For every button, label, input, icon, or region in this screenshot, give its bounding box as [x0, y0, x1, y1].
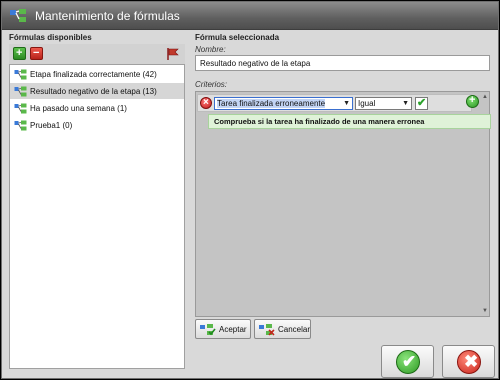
list-toolbar: + −	[9, 44, 185, 64]
minus-icon: −	[33, 47, 40, 59]
delete-criterion-button[interactable]: ×	[200, 97, 212, 109]
remove-formula-button[interactable]: −	[30, 47, 43, 60]
add-formula-button[interactable]: +	[13, 47, 26, 60]
close-cancel-button[interactable]: ✖	[442, 345, 495, 378]
name-input[interactable]	[195, 55, 490, 71]
criteria-area: × Tarea finalizada erroneamente ▼ Igual …	[195, 91, 491, 317]
list-item-label: Prueba1 (0)	[30, 120, 73, 130]
plus-icon: +	[469, 94, 476, 106]
available-formulas-panel: Fórmulas disponibles + − Etapa finalizad…	[9, 33, 185, 369]
formula-icon	[14, 69, 27, 79]
scroll-down-icon[interactable]: ▼	[482, 308, 488, 314]
criteria-label: Criterios:	[195, 80, 228, 89]
accept-label: Aceptar	[219, 324, 247, 334]
accept-button[interactable]: Aceptar	[195, 319, 251, 339]
list-item[interactable]: Prueba1 (0)	[10, 117, 184, 133]
add-criterion-button[interactable]: +	[466, 94, 479, 108]
checkmark-icon: ✔	[417, 97, 427, 109]
criterion-operator-select[interactable]: Igual ▼	[355, 97, 412, 110]
window-title: Mantenimiento de fórmulas	[35, 9, 180, 23]
criterion-description: Comprueba si la tarea ha finalizado de u…	[208, 114, 491, 129]
formula-list[interactable]: Etapa finalizada correctamente (42) Resul…	[9, 64, 185, 369]
title-bar: Mantenimiento de fórmulas	[2, 2, 498, 30]
list-item[interactable]: Etapa finalizada correctamente (42)	[10, 66, 184, 82]
name-label: Nombre:	[195, 45, 226, 54]
selected-formula-panel: Fórmula seleccionada Nombre: Criterios: …	[195, 33, 493, 339]
selected-formula-header: Fórmula seleccionada	[195, 33, 280, 42]
formula-icon	[14, 86, 27, 96]
ok-button[interactable]: ✔	[381, 345, 434, 378]
available-formulas-header: Fórmulas disponibles	[9, 33, 92, 42]
formula-icon	[14, 120, 27, 130]
criterion-value-checkbox[interactable]: ✔	[415, 97, 428, 110]
list-item-label: Ha pasado una semana (1)	[30, 103, 127, 113]
list-item-label: Resultado negativo de la etapa (13)	[30, 86, 157, 96]
chevron-down-icon: ▼	[343, 100, 350, 107]
scroll-up-icon[interactable]: ▲	[482, 94, 488, 100]
criterion-operator-value: Igual	[358, 99, 376, 108]
chevron-down-icon: ▼	[402, 100, 409, 107]
formula-cancel-icon	[258, 323, 275, 336]
cross-icon: ✖	[457, 350, 481, 374]
cross-icon: ×	[203, 97, 209, 108]
checkmark-icon: ✔	[396, 350, 420, 374]
plus-icon: +	[16, 47, 23, 59]
formula-maintenance-window: Mantenimiento de fórmulas Fórmulas dispo…	[1, 1, 499, 379]
criterion-row: × Tarea finalizada erroneamente ▼ Igual …	[197, 94, 472, 112]
formula-icon	[10, 9, 26, 22]
list-item[interactable]: Resultado negativo de la etapa (13)	[10, 83, 184, 99]
list-item-label: Etapa finalizada correctamente (42)	[30, 69, 157, 79]
criterion-field-select[interactable]: Tarea finalizada erroneamente ▼	[214, 97, 353, 110]
cancel-label: Cancelar	[277, 324, 310, 334]
cancel-edit-button[interactable]: Cancelar	[254, 319, 311, 339]
list-item[interactable]: Ha pasado una semana (1)	[10, 100, 184, 116]
criterion-field-value: Tarea finalizada erroneamente	[217, 99, 326, 108]
flag-icon[interactable]	[166, 47, 181, 61]
formula-accept-icon	[200, 323, 216, 335]
formula-icon	[14, 103, 27, 113]
